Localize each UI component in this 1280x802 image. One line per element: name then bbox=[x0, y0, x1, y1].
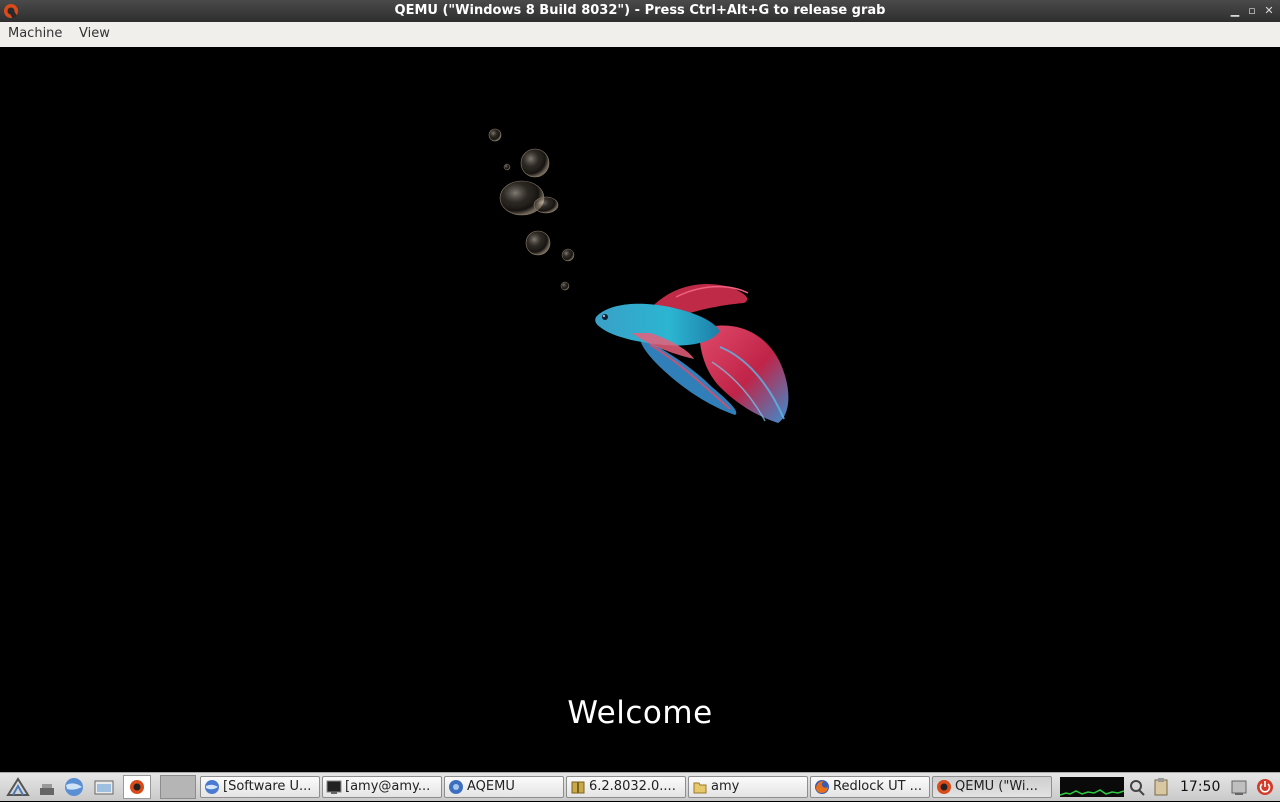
taskbar-item-label: 6.2.8032.0.... bbox=[589, 779, 676, 794]
taskbar-item-firefox[interactable]: Redlock UT ... bbox=[810, 776, 930, 798]
vm-display[interactable]: Welcome bbox=[0, 47, 1280, 772]
betta-fish-illustration bbox=[488, 128, 789, 423]
welcome-message: Welcome bbox=[567, 695, 713, 731]
archive-icon bbox=[571, 781, 585, 794]
clipboard-icon[interactable] bbox=[1152, 777, 1170, 797]
menu-view[interactable]: View bbox=[71, 22, 118, 46]
menubar: Machine View bbox=[0, 22, 1280, 48]
workspace-pager[interactable] bbox=[160, 775, 196, 799]
taskbar-item-folder-amy[interactable]: amy bbox=[688, 776, 808, 798]
start-menu-icon[interactable] bbox=[4, 775, 32, 799]
magnifier-icon[interactable] bbox=[1128, 777, 1146, 797]
close-button[interactable]: ✕ bbox=[1262, 3, 1276, 19]
show-desktop-icon[interactable] bbox=[32, 775, 60, 799]
taskbar-item-qemu[interactable]: QEMU ("Wi... bbox=[932, 776, 1052, 798]
taskbar-clock[interactable]: 17:50 bbox=[1180, 773, 1220, 801]
taskbar-item-software-updater[interactable]: [Software U... bbox=[200, 776, 320, 798]
taskbar-item-label: Redlock UT ... bbox=[833, 779, 923, 794]
taskbar-item-label: QEMU ("Wi... bbox=[955, 779, 1038, 794]
firefox-icon bbox=[815, 780, 829, 794]
terminal-icon bbox=[326, 780, 342, 794]
taskbar-item-terminal[interactable]: [amy@amy... bbox=[322, 776, 442, 798]
window-titlebar[interactable]: QEMU ("Windows 8 Build 8032") - Press Ct… bbox=[0, 0, 1280, 22]
folder-icon bbox=[693, 782, 707, 794]
bubbles bbox=[488, 128, 575, 291]
minimize-button[interactable]: ▁ bbox=[1228, 3, 1242, 19]
window-title: QEMU ("Windows 8 Build 8032") - Press Ct… bbox=[394, 3, 886, 18]
taskbar-item-label: [Software U... bbox=[223, 779, 312, 794]
restore-button[interactable]: ▫ bbox=[1245, 3, 1259, 19]
taskbar-item-label: [amy@amy... bbox=[345, 779, 431, 794]
menu-machine[interactable]: Machine bbox=[0, 22, 70, 46]
qemu-launcher-button[interactable] bbox=[123, 775, 151, 799]
globe-icon bbox=[205, 780, 219, 794]
lock-screen-icon[interactable] bbox=[1230, 777, 1248, 797]
taskbar-item-archive[interactable]: 6.2.8032.0.... bbox=[566, 776, 686, 798]
qemu-icon bbox=[937, 780, 951, 794]
qemu-icon bbox=[130, 780, 144, 794]
power-icon[interactable] bbox=[1256, 777, 1274, 797]
browser-launcher-icon[interactable] bbox=[60, 775, 88, 799]
taskbar-item-label: amy bbox=[711, 779, 740, 794]
taskbar-item-aqemu[interactable]: AQEMU bbox=[444, 776, 564, 798]
betta-fish bbox=[595, 283, 789, 423]
taskbar: [Software U... [amy@amy... AQEMU 6.2.803… bbox=[0, 772, 1280, 801]
file-manager-launcher-icon[interactable] bbox=[90, 775, 118, 799]
aqemu-icon bbox=[449, 780, 463, 794]
network-monitor-graph[interactable] bbox=[1060, 777, 1124, 797]
taskbar-item-label: AQEMU bbox=[467, 779, 515, 794]
